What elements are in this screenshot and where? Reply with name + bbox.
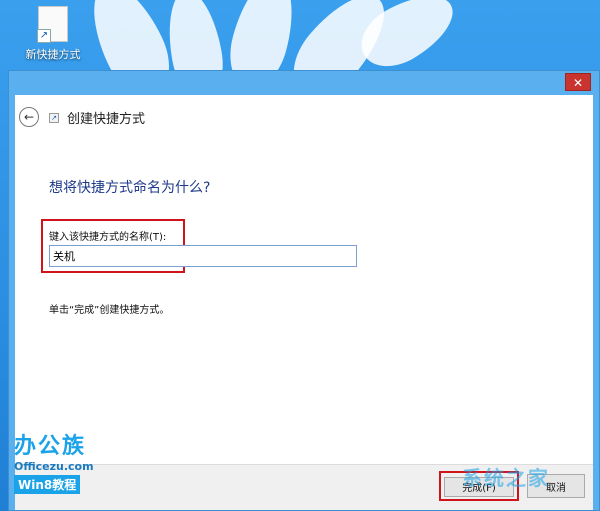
dialog-titlebar[interactable]: ✕ bbox=[9, 71, 599, 95]
watermark-logo-text: 办公族 bbox=[14, 434, 87, 459]
shortcut-small-icon: ↗ bbox=[49, 113, 59, 123]
corner-watermark: 系统之家 bbox=[462, 466, 550, 490]
watermark-site: Officezu.com bbox=[14, 460, 94, 473]
desktop-shortcut-icon[interactable]: ↗ 新快捷方式 bbox=[18, 6, 88, 62]
document-icon: ↗ bbox=[37, 6, 68, 43]
close-button[interactable]: ✕ bbox=[565, 73, 591, 91]
back-arrow-icon[interactable]: ← bbox=[19, 107, 39, 127]
wizard-navbar: ← ↗ 创建快捷方式 bbox=[15, 95, 593, 137]
finish-hint: 单击“完成”创建快捷方式。 bbox=[49, 305, 170, 316]
shortcut-arrow-icon: ↗ bbox=[37, 29, 51, 43]
watermark-tag: Win8教程 bbox=[14, 475, 81, 494]
desktop-shortcut-label: 新快捷方式 bbox=[25, 48, 81, 61]
shortcut-name-label: 键入该快捷方式的名称(T): bbox=[49, 232, 167, 243]
shortcut-name-input[interactable] bbox=[49, 245, 357, 267]
page-heading: 想将快捷方式命名为什么? bbox=[49, 180, 211, 196]
wizard-title: 创建快捷方式 bbox=[67, 112, 146, 127]
officezu-watermark: 办公族 Officezu.com Win8教程 bbox=[14, 428, 114, 494]
